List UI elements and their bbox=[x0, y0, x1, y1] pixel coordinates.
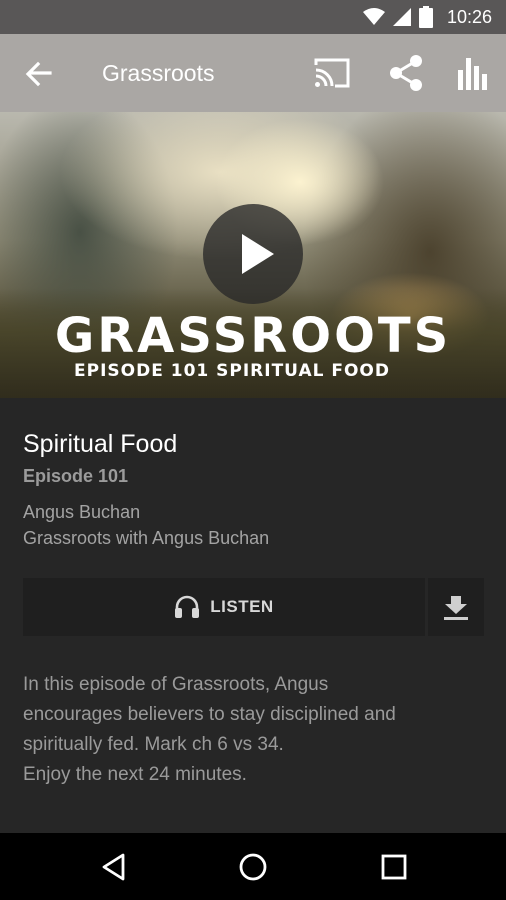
system-nav-bar bbox=[0, 833, 506, 900]
download-button[interactable] bbox=[428, 578, 484, 636]
cell-signal-icon bbox=[392, 8, 411, 26]
recents-square-icon[interactable] bbox=[378, 851, 410, 883]
status-bar: 10:26 bbox=[0, 0, 506, 34]
episode-details: Spiritual Food Episode 101 Angus Buchan … bbox=[0, 398, 506, 833]
listen-label: LISTEN bbox=[210, 597, 274, 616]
episode-number: Episode 101 bbox=[23, 466, 129, 486]
bar-chart-icon[interactable] bbox=[456, 54, 492, 92]
artwork-title: GRASSROOTS bbox=[54, 308, 452, 364]
wifi-icon bbox=[362, 8, 385, 25]
description-line: Enjoy the next 24 minutes. bbox=[23, 764, 247, 785]
description-line: In this episode of Grassroots, Angus bbox=[23, 674, 329, 695]
home-circle-icon[interactable] bbox=[237, 851, 269, 883]
artwork-subtitle: EPISODE 101 SPIRITUAL FOOD bbox=[74, 361, 390, 381]
description-line: spiritually fed. Mark ch 6 vs 34. bbox=[23, 734, 284, 755]
episode-author: Angus Buchan bbox=[23, 502, 141, 522]
back-arrow-icon[interactable] bbox=[22, 58, 54, 90]
episode-show: Grassroots with Angus Buchan bbox=[23, 528, 270, 548]
headphones-icon bbox=[175, 595, 200, 618]
app-toolbar: Grassroots bbox=[0, 34, 506, 112]
episode-description: In this episode of Grassroots, Angus enc… bbox=[23, 670, 483, 790]
back-triangle-icon[interactable] bbox=[98, 851, 130, 883]
toolbar-title: Grassroots bbox=[102, 60, 215, 86]
battery-icon bbox=[418, 6, 433, 28]
cast-icon[interactable] bbox=[313, 56, 351, 90]
play-button[interactable] bbox=[203, 204, 303, 304]
episode-title: Spiritual Food bbox=[23, 430, 178, 458]
description-line: encourages believers to stay disciplined… bbox=[23, 704, 396, 725]
episode-artwork: GRASSROOTS EPISODE 101 SPIRITUAL FOOD bbox=[0, 112, 506, 398]
share-icon[interactable] bbox=[388, 54, 424, 92]
play-icon bbox=[242, 234, 274, 274]
status-time: 10:26 bbox=[446, 6, 492, 27]
download-icon bbox=[444, 596, 468, 620]
listen-button[interactable]: LISTEN bbox=[23, 578, 425, 636]
